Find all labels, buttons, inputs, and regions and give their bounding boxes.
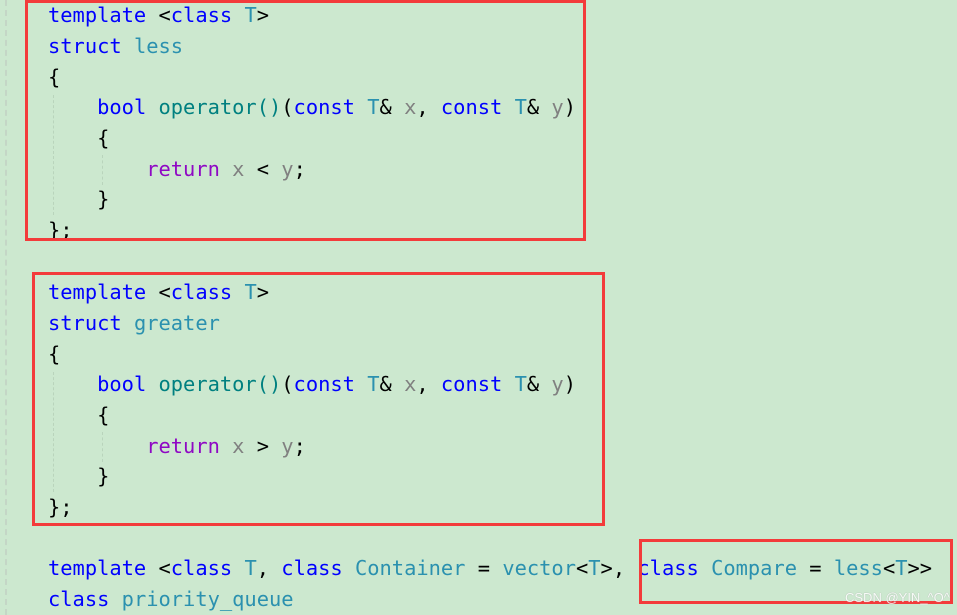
code-token-punct	[109, 587, 121, 611]
highlight-box-greater	[32, 272, 605, 526]
code-line: class priority_queue	[48, 584, 294, 614]
code-token-punct: <	[575, 556, 589, 580]
code-token-type: priority_queue	[121, 587, 294, 611]
code-token-keyword: class	[48, 587, 110, 611]
code-token-punct: <	[146, 556, 171, 580]
code-token-keyword: class	[281, 556, 343, 580]
code-token-keyword: class	[170, 556, 233, 580]
code-token-punct: ,	[256, 556, 282, 580]
gutter-guide	[5, 0, 7, 615]
code-token-punct: =	[465, 556, 503, 580]
code-token-punct: >,	[600, 556, 638, 580]
code-token-keyword: template	[48, 556, 147, 580]
code-token-type: vector	[502, 556, 576, 580]
watermark: CSDN @YIN_^O^	[845, 590, 950, 605]
highlight-box-less	[25, 0, 586, 241]
code-token-type: Container	[354, 556, 466, 580]
code-token-punct	[343, 556, 355, 580]
code-token-punct	[232, 556, 244, 580]
code-token-type: T	[244, 556, 257, 580]
code-token-type: T	[588, 556, 601, 580]
